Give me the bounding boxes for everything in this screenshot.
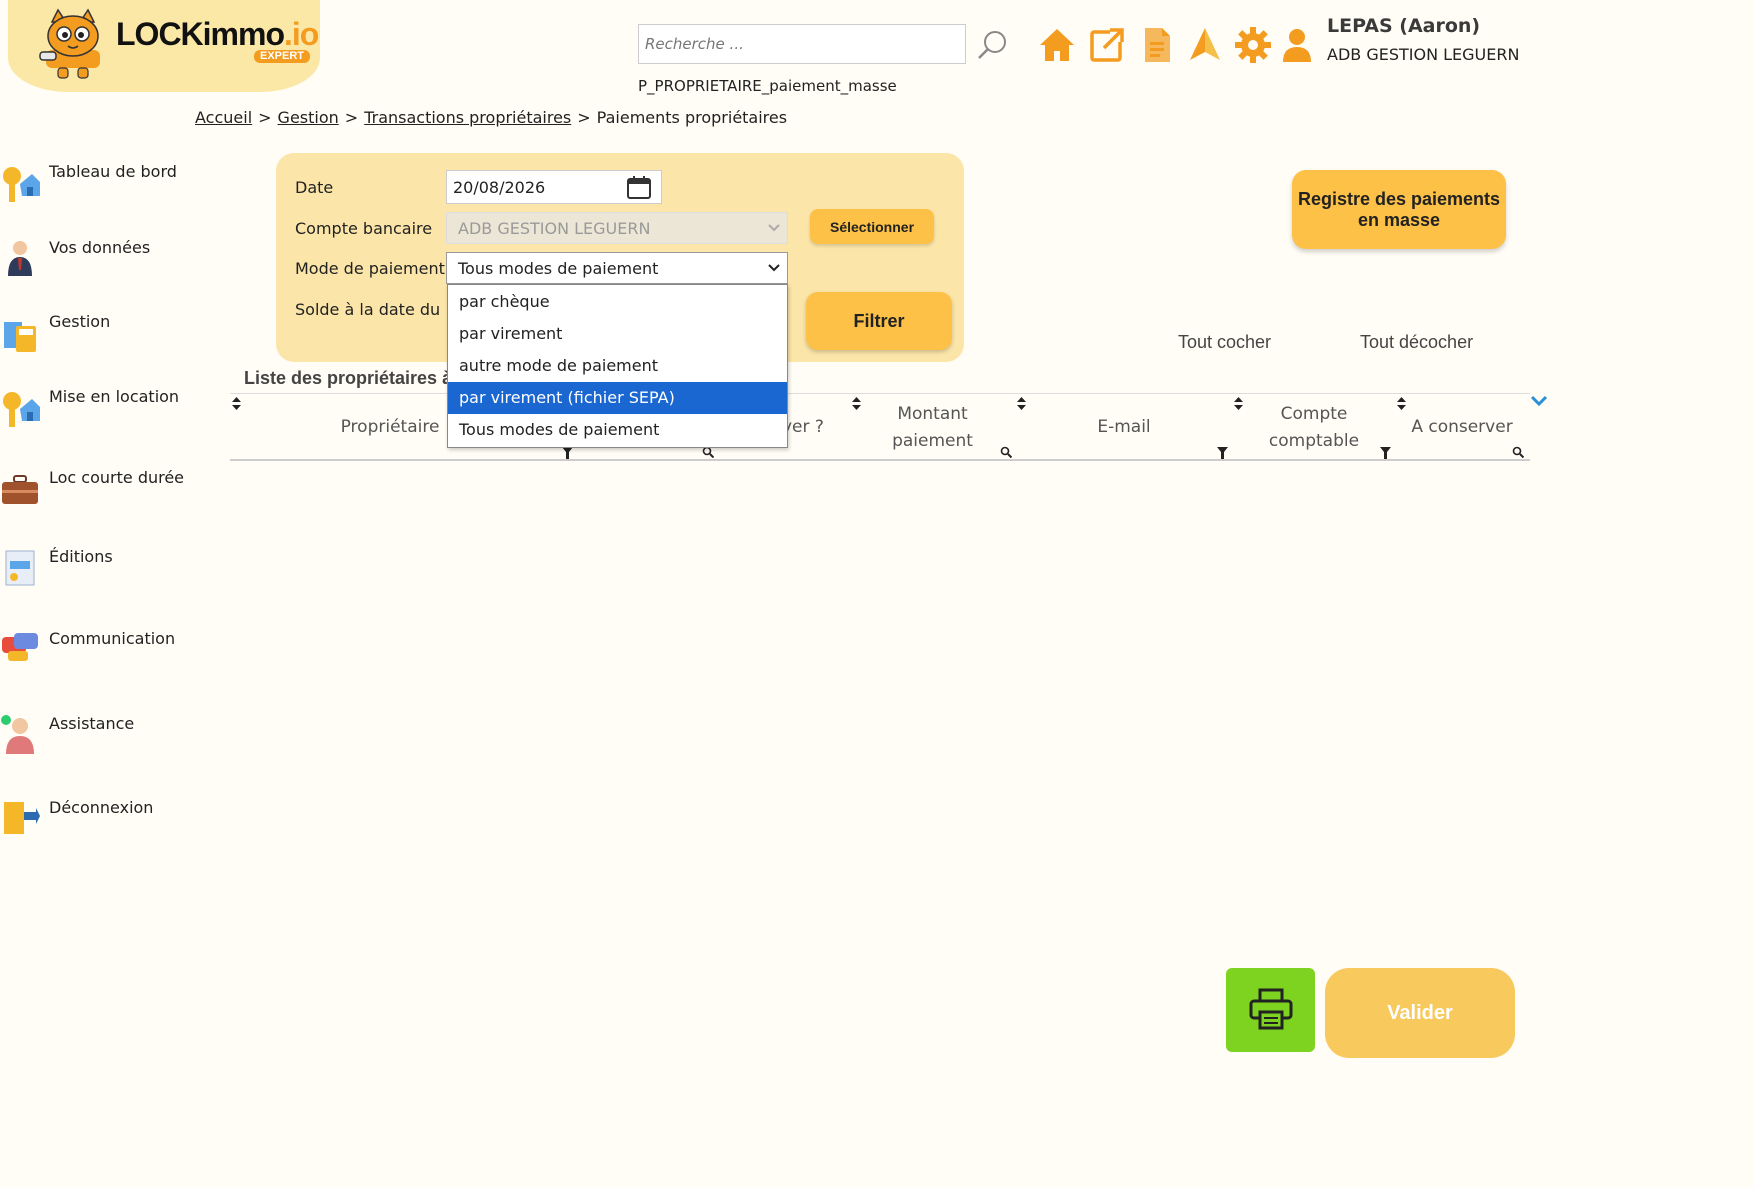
sidebar-item-label: Mise en location [49,387,180,406]
sidebar-item-label: Loc courte durée [49,468,185,487]
calculator-icon [4,322,36,352]
sidebar-item-dashboard[interactable]: Tableau de bord [0,162,200,214]
sidebar-item-short-rental[interactable]: Loc courte durée [0,468,200,520]
external-link-icon[interactable] [1088,26,1126,64]
table-header: Propriétaire yer ? Montant paiement E-ma… [230,393,1530,461]
payment-mode-value: Tous modes de paiement [458,259,659,278]
sidebar-item-label: Gestion [49,312,111,331]
uncheck-all-link[interactable]: Tout décocher [1360,332,1473,353]
bank-account-label: Compte bancaire [295,219,433,238]
logo-wordmark[interactable]: LOCKimmo.io [116,16,319,53]
zoom-icon[interactable] [1000,446,1012,458]
filter-icon[interactable] [1380,447,1391,459]
breadcrumb: Accueil > Gestion > Transactions propriétair… [195,108,788,127]
payment-mode-label: Mode de paiement [295,259,445,278]
filter-button[interactable]: Filtrer [806,292,952,350]
sort-icon[interactable] [232,397,241,410]
check-all-link[interactable]: Tout cocher [1178,332,1271,353]
breadcrumb-link-gestion[interactable]: Gestion [278,108,339,127]
sidebar-item-your-data[interactable]: Vos données [0,238,200,290]
keys-house-icon [3,392,40,427]
sidebar-item-label: Éditions [49,547,113,566]
sidebar-item-label: Vos données [49,238,151,257]
column-header-pay[interactable]: yer ? [782,414,832,441]
sort-icon[interactable] [852,397,861,410]
user-name: LEPAS (Aaron) [1327,15,1481,37]
sidebar-item-label: Tableau de bord [49,162,177,181]
report-icon [5,550,35,586]
breadcrumb-current: Paiements propriétaires [596,108,788,127]
filter-icon[interactable] [1217,447,1228,459]
sidebar-item-label: Assistance [49,714,135,733]
breadcrumb-link-home[interactable]: Accueil [195,108,252,127]
dropdown-option-transfer[interactable]: par virement [448,318,787,350]
printer-icon [1249,988,1292,1029]
sidebar-item-communication[interactable]: Communication [0,629,200,681]
dropdown-option-other[interactable]: autre mode de paiement [448,350,787,382]
dropdown-option-cheque[interactable]: par chèque [448,286,787,318]
sort-icon[interactable] [1397,397,1406,410]
logo-badge: EXPERT [254,50,311,63]
page-code: P_PROPRIETAIRE_paiement_masse [638,77,897,95]
payment-mode-dropdown: par chèque par virement autre mode de pa… [447,284,788,448]
owners-list-title: Liste des propriétaires à [244,368,453,388]
dropdown-option-sepa[interactable]: par virement (fichier SEPA) [448,382,787,414]
chat-bubbles-icon [2,633,38,661]
sidebar-item-editions[interactable]: Éditions [0,547,200,599]
chevron-down-icon [768,264,780,272]
date-label: Date [295,178,334,197]
sidebar-item-assistance[interactable]: Assistance [0,714,200,766]
dropdown-option-all[interactable]: Tous modes de paiement [448,414,787,446]
settings-icon[interactable] [1234,26,1272,64]
sidebar-item-label: Déconnexion [49,798,154,817]
search-input[interactable] [638,24,966,64]
bank-account-value: ADB GESTION LEGUERN [458,219,651,238]
zoom-icon[interactable] [1512,446,1524,458]
user-agency: ADB GESTION LEGUERN [1327,45,1520,64]
businessman-icon [8,241,32,276]
cat-mascot-icon [39,8,100,79]
column-header-email[interactable]: E-mail [1064,414,1184,441]
select-button[interactable]: Sélectionner [810,209,934,244]
column-header-keep[interactable]: A conserver [1402,414,1522,441]
column-header-amount[interactable]: Montant paiement [870,401,995,455]
keys-house-icon [3,167,40,202]
column-header-account[interactable]: Compte comptable [1254,401,1374,455]
logout-door-icon [4,802,40,834]
chevron-down-icon [768,224,780,232]
alert-icon[interactable] [1186,26,1224,64]
home-icon[interactable] [1038,26,1076,64]
validate-button[interactable]: Valider [1325,968,1515,1058]
user-icon[interactable] [1278,26,1316,64]
sidebar-item-gestion[interactable]: Gestion [0,312,200,364]
chevron-down-icon[interactable] [1530,394,1548,408]
support-agent-icon [1,715,34,754]
sidebar-item-logout[interactable]: Déconnexion [0,798,200,850]
sidebar-item-label: Communication [49,629,176,648]
balance-date-label: Solde à la date du [295,300,441,319]
sidebar-item-rental[interactable]: Mise en location [0,387,200,439]
print-button[interactable] [1226,968,1315,1052]
document-icon[interactable] [1138,26,1176,64]
breadcrumb-link-transactions[interactable]: Transactions propriétaires [364,108,571,127]
mass-payment-register-button[interactable]: Registre des paiements en masse [1292,170,1506,249]
sort-icon[interactable] [1017,397,1026,410]
suitcase-icon [2,475,38,504]
sort-icon[interactable] [1234,397,1243,410]
search-icon[interactable] [976,28,1010,62]
date-value: 20/08/2026 [453,178,546,197]
column-header-owner[interactable]: Propriétaire [330,414,450,441]
calendar-icon[interactable] [626,174,652,200]
filter-icon[interactable] [562,447,573,459]
